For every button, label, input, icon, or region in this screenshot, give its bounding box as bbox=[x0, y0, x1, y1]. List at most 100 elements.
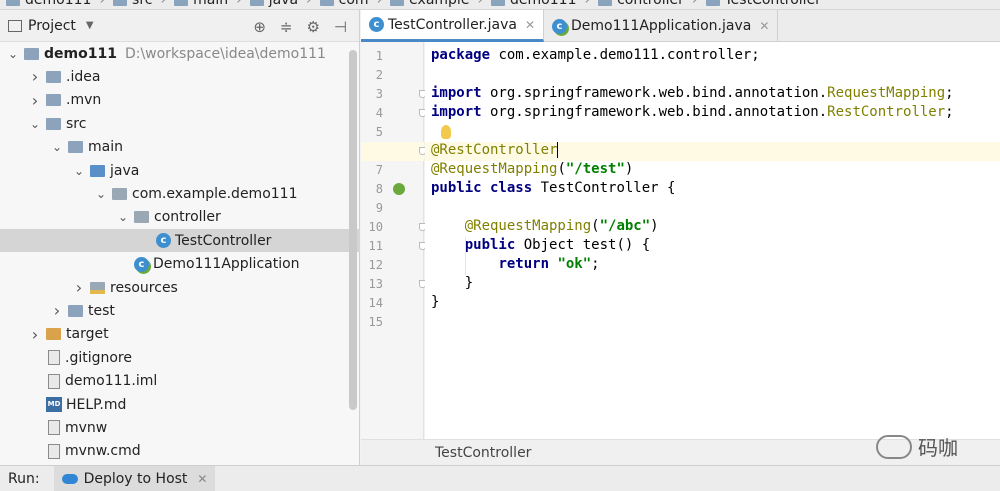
code-token: package bbox=[431, 47, 491, 63]
chevron-right-icon[interactable]: › bbox=[28, 325, 42, 344]
chevron-right-icon[interactable]: › bbox=[72, 278, 86, 297]
close-icon[interactable]: ✕ bbox=[197, 472, 207, 486]
hide-icon[interactable]: ⊣ bbox=[334, 18, 347, 36]
tree-item[interactable]: .gitignore bbox=[0, 346, 360, 369]
code-line: import org.springframework.web.bind.anno… bbox=[431, 85, 954, 101]
chevron-right-icon[interactable]: › bbox=[50, 301, 64, 320]
tree-item-label: com.example.demo111 bbox=[132, 185, 298, 202]
line-number: 13 bbox=[368, 277, 383, 291]
collapse-all-icon[interactable]: ≑ bbox=[280, 18, 293, 36]
tree-item[interactable]: › .idea bbox=[0, 65, 360, 88]
tree-item[interactable]: ⌄ controller bbox=[0, 206, 360, 229]
tree-item-label: controller bbox=[154, 209, 221, 226]
module-folder-icon bbox=[24, 47, 39, 60]
tab-demo111application[interactable]: c Demo111Application.java ✕ bbox=[544, 10, 779, 42]
chevron-down-icon[interactable]: ⌄ bbox=[28, 117, 42, 131]
tree-item[interactable]: c Demo111Application bbox=[0, 253, 360, 276]
chevron-down-icon[interactable]: ⌄ bbox=[6, 47, 20, 61]
breadcrumb-item[interactable]: TestController bbox=[705, 0, 821, 8]
editor-breadcrumb-item[interactable]: TestController bbox=[435, 445, 531, 461]
gear-icon[interactable]: ⚙ bbox=[306, 18, 319, 36]
folder-icon bbox=[491, 0, 506, 6]
chevron-right-icon: › bbox=[477, 0, 484, 8]
code-line: package com.example.demo111.controller; bbox=[431, 47, 760, 63]
chevron-down-icon[interactable]: ⌄ bbox=[116, 210, 130, 224]
breadcrumb-label: main bbox=[193, 0, 229, 8]
run-label: Run: bbox=[8, 470, 40, 487]
code-token: ; bbox=[591, 256, 600, 272]
tree-item-label: TestController bbox=[175, 232, 272, 249]
spring-bean-icon[interactable] bbox=[393, 183, 405, 195]
package-icon bbox=[112, 187, 127, 200]
code-token: public bbox=[464, 237, 516, 253]
navigation-bar: demo111 › src › main › java › com › example › demo11… bbox=[0, 0, 1000, 10]
chevron-down-icon[interactable]: ⌄ bbox=[94, 187, 108, 201]
locate-icon[interactable]: ⊕ bbox=[253, 18, 266, 36]
folder-icon bbox=[174, 0, 189, 6]
spring-class-icon: c bbox=[134, 256, 149, 272]
tree-item[interactable]: c TestController bbox=[0, 229, 360, 253]
chevron-right-icon: › bbox=[584, 0, 591, 8]
run-tab-deploy[interactable]: Deploy to Host ✕ bbox=[53, 465, 216, 491]
tree-item[interactable]: mvnw bbox=[0, 416, 360, 439]
tree-item[interactable]: › test bbox=[0, 299, 360, 322]
folder-icon bbox=[319, 0, 334, 6]
code-editor[interactable]: package com.example.demo111.controller; i… bbox=[425, 42, 1000, 439]
close-icon[interactable]: ✕ bbox=[525, 18, 535, 32]
breadcrumb-item[interactable]: main › bbox=[174, 0, 242, 8]
tree-item-label: demo111.iml bbox=[65, 373, 158, 390]
tree-item[interactable]: ⌄ src bbox=[0, 112, 360, 135]
tree-item[interactable]: › .mvn bbox=[0, 89, 360, 112]
folder-icon bbox=[705, 0, 720, 6]
tree-item[interactable]: › target bbox=[0, 323, 360, 346]
breadcrumb-item[interactable]: demo111 › bbox=[6, 0, 105, 8]
folder-icon bbox=[113, 0, 128, 6]
tree-item[interactable]: ⌄ demo111 D:\workspace\idea\demo111 bbox=[0, 42, 360, 65]
breadcrumb-label: TestController bbox=[724, 0, 821, 8]
project-view-selector[interactable]: Project bbox=[28, 18, 76, 34]
breadcrumb-item[interactable]: java › bbox=[249, 0, 312, 8]
breadcrumb-label: demo111 bbox=[510, 0, 577, 8]
folder-icon bbox=[6, 0, 20, 6]
class-icon: c bbox=[369, 17, 384, 32]
code-line: } bbox=[431, 294, 439, 310]
line-number: 9 bbox=[375, 201, 383, 215]
lightbulb-icon[interactable] bbox=[441, 125, 451, 139]
tree-item-label: target bbox=[66, 326, 109, 343]
line-number: 12 bbox=[368, 258, 383, 272]
chevron-down-icon[interactable]: ▼ bbox=[86, 20, 94, 31]
line-number: 7 bbox=[375, 163, 383, 177]
chevron-right-icon[interactable]: › bbox=[28, 67, 42, 86]
tab-label: TestController.java bbox=[388, 16, 517, 33]
project-view-icon bbox=[8, 19, 22, 32]
current-line-gutter-highlight bbox=[361, 142, 424, 161]
text-caret bbox=[557, 142, 559, 158]
chevron-right-icon[interactable]: › bbox=[28, 91, 42, 110]
breadcrumb: demo111 › src › main › java › com › example › demo11… bbox=[6, 0, 829, 8]
tree-item[interactable]: mvnw.cmd bbox=[0, 440, 360, 463]
breadcrumb-item[interactable]: demo111 › bbox=[491, 0, 590, 8]
code-token: ; bbox=[945, 85, 954, 101]
watermark-text: 码咖 bbox=[918, 436, 958, 460]
breadcrumb-item[interactable]: src › bbox=[113, 0, 166, 8]
breadcrumb-item[interactable]: com › bbox=[319, 0, 382, 8]
breadcrumb-item[interactable]: example › bbox=[390, 0, 483, 8]
chevron-down-icon[interactable]: ⌄ bbox=[72, 164, 86, 178]
folder-icon bbox=[598, 0, 613, 6]
project-scrollbar[interactable] bbox=[349, 50, 357, 410]
code-line: return "ok"; bbox=[431, 256, 600, 272]
code-token: "/abc" bbox=[599, 218, 651, 234]
folder-icon bbox=[390, 0, 405, 6]
tree-item[interactable]: › resources bbox=[0, 276, 360, 299]
breadcrumb-item[interactable]: controller › bbox=[598, 0, 698, 8]
tree-item[interactable]: ⌄ main bbox=[0, 136, 360, 159]
close-icon[interactable]: ✕ bbox=[759, 19, 769, 33]
tab-testcontroller[interactable]: c TestController.java ✕ bbox=[361, 10, 544, 42]
tree-item[interactable]: ⌄ com.example.demo111 bbox=[0, 182, 360, 205]
tree-item[interactable]: MD HELP.md bbox=[0, 393, 360, 416]
tree-item[interactable]: ⌄ java bbox=[0, 159, 360, 182]
chevron-down-icon[interactable]: ⌄ bbox=[50, 140, 64, 154]
tree-item[interactable]: demo111.iml bbox=[0, 370, 360, 393]
source-folder-icon bbox=[90, 164, 105, 177]
